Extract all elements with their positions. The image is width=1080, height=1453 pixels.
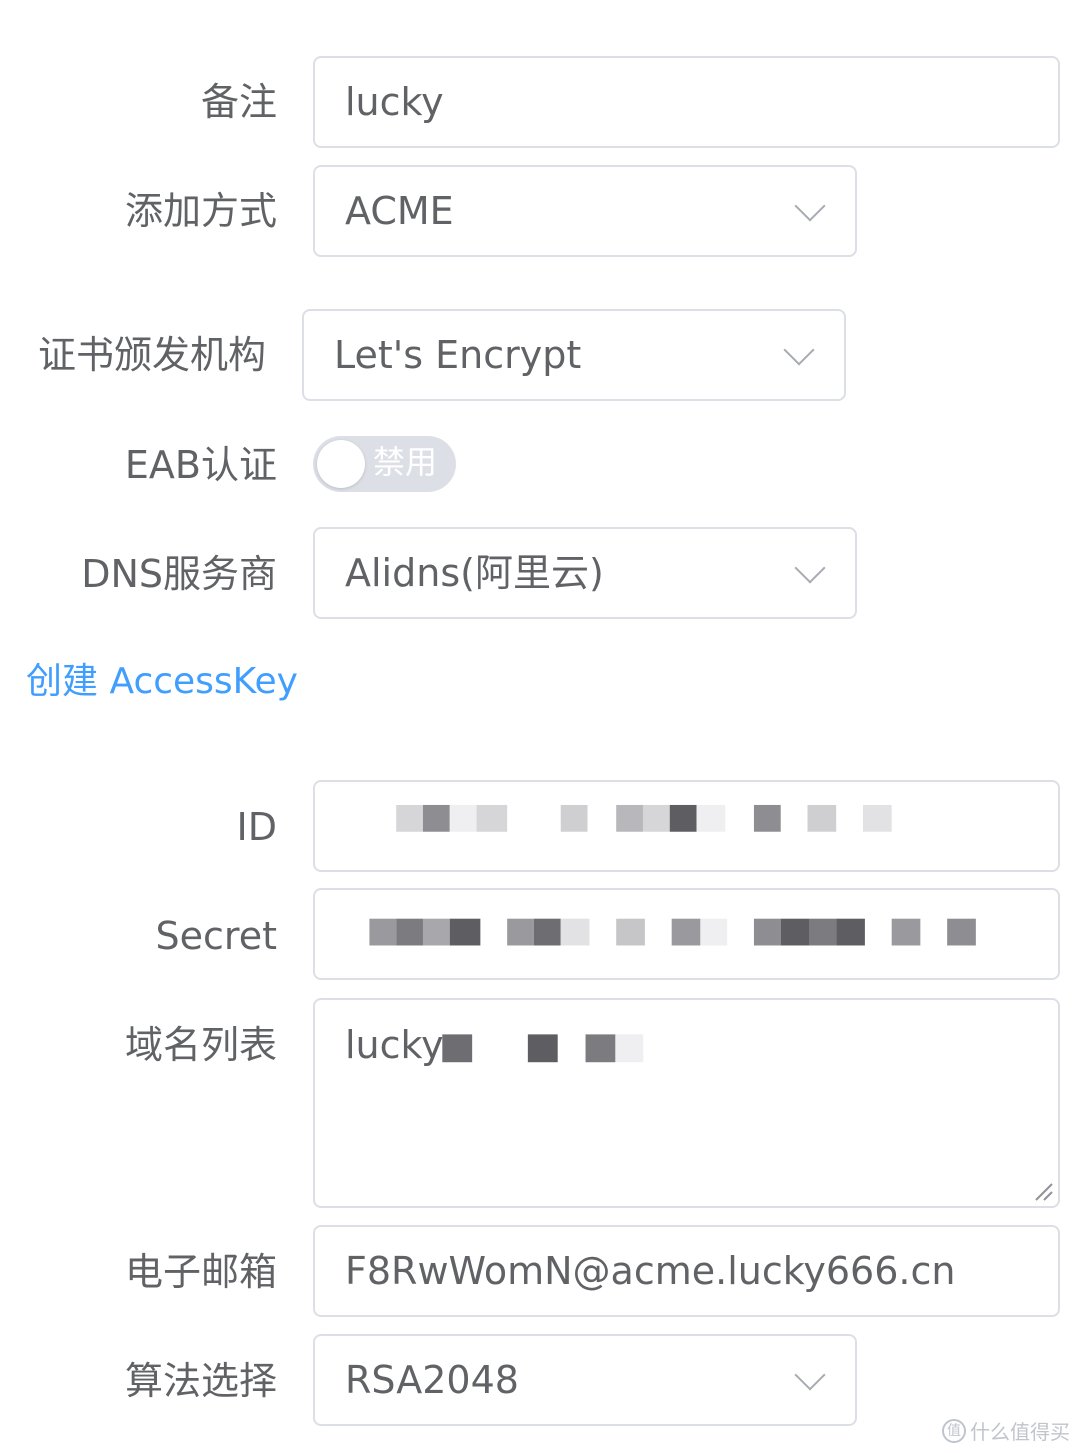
- email-value: F8RwWomN@acme.lucky666.cn: [345, 1249, 956, 1293]
- chevron-down-icon: [794, 1359, 826, 1391]
- remark-label: 备注: [200, 80, 277, 124]
- algorithm-select[interactable]: RSA2048: [313, 1334, 857, 1426]
- create-accesskey-link[interactable]: 创建 AccessKey: [26, 664, 298, 700]
- eab-label: EAB认证: [124, 443, 277, 487]
- dns-value: Alidns(阿里云): [345, 551, 604, 595]
- watermark-text: 什么值得买: [970, 1420, 1070, 1444]
- dns-select[interactable]: Alidns(阿里云): [313, 527, 857, 619]
- email-label: 电子邮箱: [124, 1250, 277, 1294]
- ca-label: 证书颁发机构: [37, 333, 266, 377]
- switch-knob: [317, 440, 365, 488]
- chevron-down-icon: [794, 552, 826, 584]
- domains-label: 域名列表: [124, 1023, 277, 1067]
- remark-input[interactable]: lucky: [313, 56, 1060, 148]
- secret-label: Secret: [155, 914, 277, 958]
- value-logo-icon: 值: [942, 1418, 966, 1443]
- add-method-value: ACME: [345, 189, 454, 233]
- algorithm-value: RSA2048: [345, 1358, 519, 1402]
- watermark: 值 什么值得买: [942, 1416, 1070, 1445]
- add-method-label: 添加方式: [124, 189, 277, 233]
- eab-switch[interactable]: 禁用: [313, 436, 456, 492]
- id-label: ID: [236, 805, 277, 849]
- domains-textarea[interactable]: lucky: [313, 998, 1060, 1208]
- algorithm-label: 算法选择: [124, 1359, 277, 1403]
- dns-label: DNS服务商: [81, 552, 277, 596]
- ca-select[interactable]: Let's Encrypt: [302, 309, 846, 401]
- ca-value: Let's Encrypt: [334, 333, 582, 377]
- id-input[interactable]: [313, 780, 1060, 872]
- resize-handle-icon[interactable]: [1032, 1180, 1054, 1202]
- remark-value: lucky: [345, 80, 444, 124]
- chevron-down-icon: [794, 190, 826, 222]
- chevron-down-icon: [783, 334, 815, 366]
- eab-switch-text: 禁用: [373, 443, 438, 481]
- domains-obscured-value: [442, 1034, 644, 1063]
- secret-input[interactable]: [313, 888, 1060, 980]
- secret-obscured-value: [369, 918, 976, 946]
- id-obscured-value: [396, 804, 892, 832]
- add-method-select[interactable]: ACME: [313, 165, 857, 257]
- email-input[interactable]: F8RwWomN@acme.lucky666.cn: [313, 1225, 1060, 1317]
